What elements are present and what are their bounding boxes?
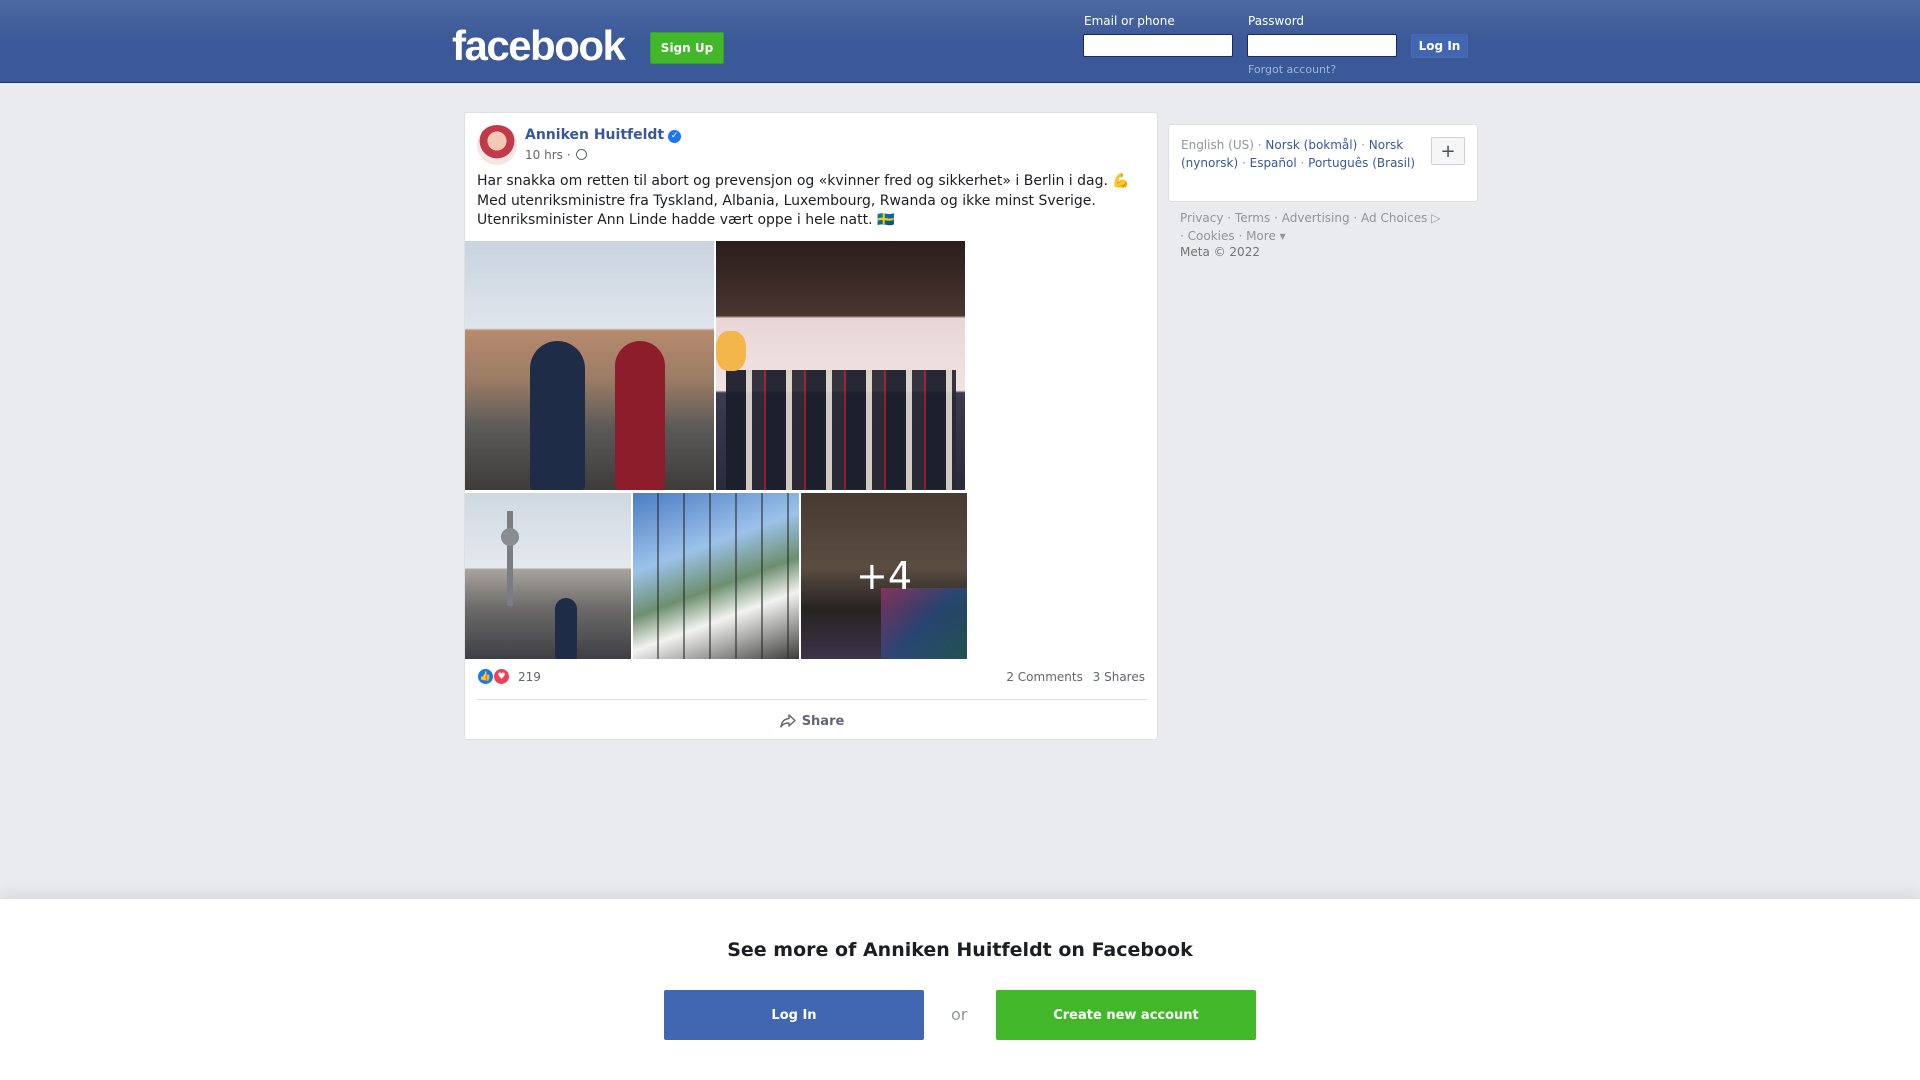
create-account-button[interactable]: Create new account [996, 990, 1256, 1040]
language-link[interactable]: Español [1250, 156, 1297, 170]
log-in-button[interactable]: Log In [1411, 34, 1468, 58]
photo-group [726, 370, 956, 490]
reaction-count: 219 [518, 669, 541, 684]
post-author[interactable]: Anniken Huitfeldt ✓ [525, 127, 682, 143]
footer-link-more[interactable]: More [1246, 229, 1276, 243]
reactions-summary[interactable]: 👍 ♥ 219 [477, 668, 541, 685]
email-label: Email or phone [1084, 14, 1175, 28]
love-reaction-icon: ♥ [493, 668, 510, 685]
photo-figure [530, 341, 585, 490]
post-photo-5[interactable]: +4 [801, 493, 967, 659]
banner-or-label: or [951, 1005, 968, 1024]
footer-link-ad-choices[interactable]: Ad Choices [1361, 211, 1427, 225]
post-text: Har snakka om retten til abort og preven… [477, 173, 1130, 228]
globe-icon [576, 149, 588, 160]
post-card: Anniken Huitfeldt ✓ 10 hrs · Har snakka o… [464, 112, 1158, 740]
photo-tower-sphere [501, 528, 519, 546]
shares-count[interactable]: 3 Shares [1093, 670, 1145, 684]
copyright: Meta © 2022 [1180, 245, 1260, 259]
share-icon [779, 714, 796, 728]
footer-links: Privacy · Terms · Advertising · Ad Choic… [1180, 211, 1441, 243]
post-meta: 10 hrs · [525, 148, 588, 162]
language-selector: English (US) · Norsk (bokmål) · Norsk (n… [1168, 124, 1478, 202]
post-photo-3[interactable] [465, 493, 631, 659]
post-photo-1[interactable] [465, 241, 714, 490]
add-language-button[interactable]: + [1431, 137, 1465, 165]
login-banner: See more of Anniken Huitfeldt on Faceboo… [0, 899, 1920, 1080]
language-current: English (US) [1181, 138, 1254, 152]
photo-tower [507, 511, 513, 606]
top-bar: facebook Sign Up Email or phone Password… [0, 0, 1920, 83]
language-link[interactable]: Norsk (bokmål) [1265, 138, 1357, 152]
sign-up-button[interactable]: Sign Up [650, 32, 724, 64]
like-reaction-icon: 👍 [477, 668, 494, 685]
language-link[interactable]: Português (Brasil) [1308, 156, 1415, 170]
banner-log-in-button[interactable]: Log In [664, 990, 924, 1040]
engagement-counts: 2 Comments 3 Shares [1000, 670, 1145, 684]
ad-choices-icon: ▷ [1427, 211, 1441, 225]
footer-link-cookies[interactable]: Cookies [1188, 229, 1235, 243]
photo-window-grid [633, 493, 799, 659]
email-field[interactable] [1083, 34, 1233, 57]
footer-link-privacy[interactable]: Privacy [1180, 211, 1223, 225]
post-photo-4[interactable] [633, 493, 799, 659]
verified-badge-icon: ✓ [668, 130, 682, 143]
photo-figure [615, 341, 665, 490]
avatar[interactable] [477, 125, 517, 165]
forgot-account-link[interactable]: Forgot account? [1248, 63, 1336, 76]
facebook-logo[interactable]: facebook [452, 22, 626, 70]
footer-link-terms[interactable]: Terms [1235, 211, 1270, 225]
photo-decoration [716, 331, 746, 371]
post-time[interactable]: 10 hrs [525, 148, 563, 162]
share-label: Share [801, 713, 845, 729]
divider [477, 699, 1147, 700]
comments-count[interactable]: 2 Comments [1006, 670, 1083, 684]
footer-link-advertising[interactable]: Advertising [1282, 211, 1350, 225]
language-list: English (US) · Norsk (bokmål) · Norsk (n… [1181, 138, 1416, 170]
post-author-name[interactable]: Anniken Huitfeldt [525, 127, 664, 143]
banner-title: See more of Anniken Huitfeldt on Faceboo… [727, 939, 1193, 961]
password-label: Password [1248, 14, 1305, 28]
share-button[interactable]: Share [465, 707, 1159, 735]
photo-figure [555, 598, 577, 659]
password-field[interactable] [1247, 34, 1397, 57]
caret-down-icon: ▾ [1275, 229, 1286, 243]
post-photo-2[interactable] [716, 241, 965, 490]
more-photos-overlay[interactable]: +4 [801, 493, 967, 659]
